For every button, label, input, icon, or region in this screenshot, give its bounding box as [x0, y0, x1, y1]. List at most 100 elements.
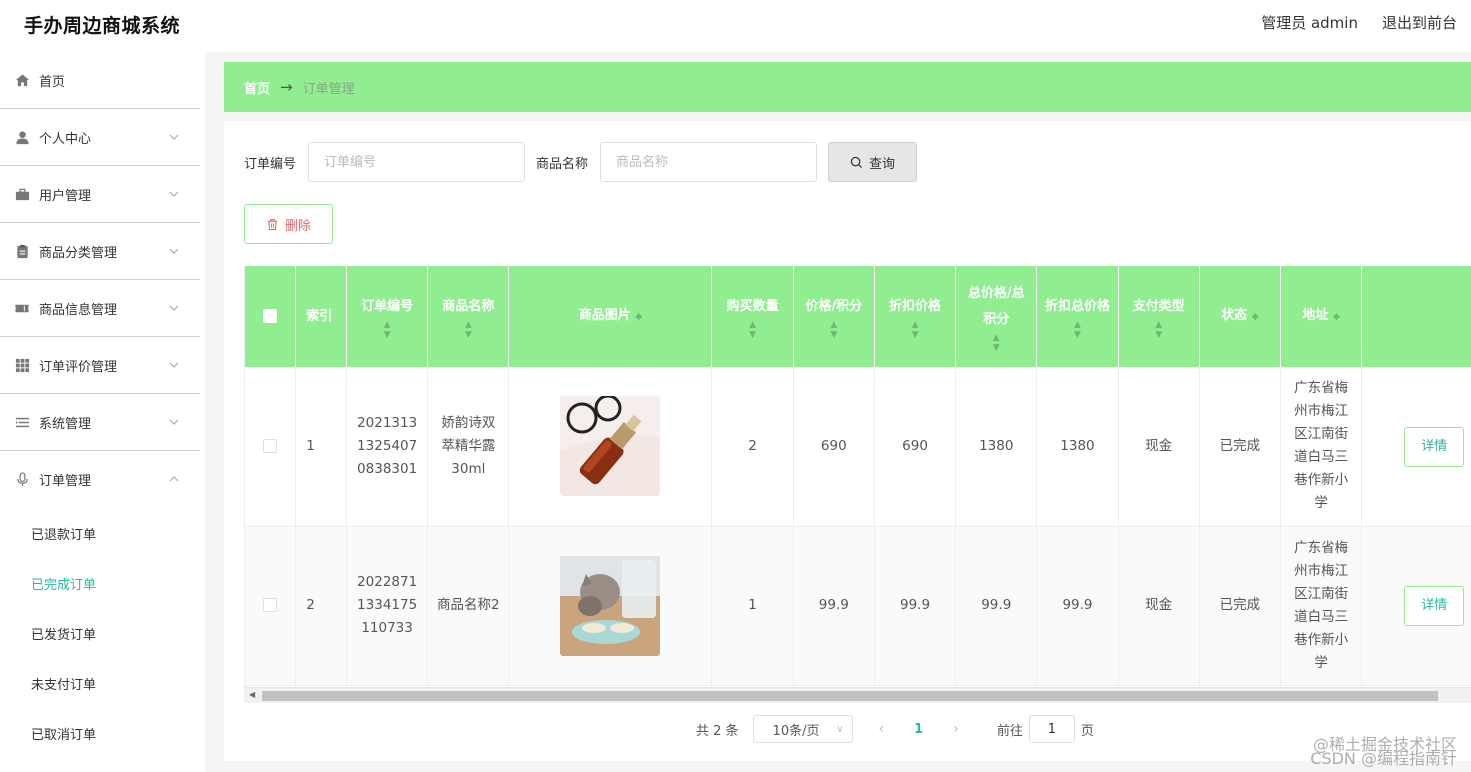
sidebar-subitem-completed-orders[interactable]: 已完成订单: [0, 558, 200, 608]
prev-page-icon[interactable]: ‹: [879, 721, 885, 737]
sidebar-subitem-refunded-orders[interactable]: 已退款订单: [0, 508, 200, 558]
order-no-input[interactable]: [308, 142, 526, 182]
query-button[interactable]: 查询: [828, 142, 918, 182]
th-actions: [1361, 266, 1471, 367]
sort-icon[interactable]: ▲ ▼: [962, 333, 1030, 353]
sidebar-item-order-management[interactable]: 订单管理: [0, 451, 200, 508]
page-size-select[interactable]: 10条/页 ∨: [752, 715, 853, 743]
cell-index: 2: [295, 526, 347, 686]
clipboard-icon: [14, 243, 30, 259]
scrollbar-thumb[interactable]: [262, 691, 1438, 701]
product-image-serum[interactable]: [560, 396, 661, 497]
th-price[interactable]: 价格/积分 ▲ ▼: [793, 266, 875, 367]
horizontal-scrollbar[interactable]: ◀: [244, 687, 1471, 703]
sidebar-item-label: 商品信息管理: [39, 302, 118, 318]
select-all-checkbox[interactable]: [263, 309, 278, 323]
sidebar-item-label: 系统管理: [39, 416, 92, 432]
cell-total: 99.9: [955, 526, 1038, 686]
search-icon: [850, 156, 863, 168]
th-address[interactable]: 地址 ◆: [1280, 266, 1363, 367]
admin-user-label[interactable]: 管理员 admin: [1261, 12, 1358, 33]
th-status[interactable]: 状态 ◆: [1199, 266, 1282, 367]
home-icon: [14, 72, 30, 88]
user-icon: [14, 129, 30, 145]
th-order-no[interactable]: 订单编号 ▲ ▼: [346, 266, 429, 367]
select-all-cell[interactable]: [245, 266, 297, 367]
th-pay-type[interactable]: 支付类型 ▲ ▼: [1118, 266, 1200, 367]
th-product-image[interactable]: 商品图片 ◆: [508, 266, 713, 367]
watermark-line-2: CSDN @编程指南针: [1310, 749, 1457, 768]
top-bar: 手办周边商城系统 管理员 admin 退出到前台: [0, 0, 1471, 46]
delete-button[interactable]: 删除: [244, 204, 333, 244]
breadcrumb: 首页 → 订单管理: [224, 62, 1471, 112]
table-row: 2 20228711334175 110733 商品名称2 1 99.9 99.…: [245, 526, 1471, 686]
th-discount-total[interactable]: 折扣总价格 ▲ ▼: [1036, 266, 1119, 367]
sort-icon[interactable]: ▲ ▼: [718, 320, 786, 340]
sidebar-item-personal-center[interactable]: 个人中心: [0, 109, 200, 166]
sidebar-item-label: 订单管理: [39, 474, 92, 489]
product-name-input[interactable]: [600, 142, 818, 182]
sidebar-subitem-cancelled-orders[interactable]: 已取消订单: [0, 708, 200, 758]
top-right-actions: 管理员 admin 退出到前台: [1261, 12, 1457, 33]
sidebar-subitem-shipped-orders[interactable]: 已发货订单: [0, 608, 200, 658]
page-size-value: 10条/页: [772, 723, 820, 739]
detail-button[interactable]: 详情: [1404, 586, 1465, 626]
page-number-current[interactable]: 1: [914, 722, 923, 737]
th-discount-price[interactable]: 折扣价格 ▲ ▼: [874, 266, 957, 367]
sidebar-item-order-review-management[interactable]: 订单评价管理: [0, 337, 200, 394]
row-select-cell[interactable]: [245, 367, 297, 527]
sort-icon[interactable]: ▲ ▼: [434, 320, 502, 340]
cell-product-name: 娇韵诗双萃精华露30ml: [427, 367, 510, 527]
sidebar-subitem-unpaid-orders[interactable]: 未支付订单: [0, 658, 200, 708]
cell-order-no: 20213131325407 0838301: [346, 367, 429, 527]
th-product-name[interactable]: 商品名称 ▲ ▼: [427, 266, 510, 367]
cell-product-image: [508, 367, 713, 527]
chevron-down-icon: [169, 419, 179, 425]
sort-icon[interactable]: ▲ ▼: [800, 320, 868, 340]
sidebar-item-label: 首页: [39, 74, 66, 90]
exit-to-frontend-link[interactable]: 退出到前台: [1382, 12, 1457, 33]
breadcrumb-current: 订单管理: [302, 81, 355, 97]
watermark: @稀土掘金技术社区 CSDN @编程指南针: [1310, 737, 1457, 768]
sort-icon[interactable]: ◆: [1333, 312, 1340, 322]
cell-address: 广东省梅州市梅江区江南街道白马三巷作新小学: [1280, 526, 1363, 686]
search-form: 订单编号 商品名称 查询: [244, 142, 918, 182]
cell-quantity: 1: [711, 526, 794, 686]
detail-button[interactable]: 详情: [1404, 426, 1465, 467]
cell-total: 1380: [955, 367, 1038, 527]
th-quantity[interactable]: 购买数量 ▲ ▼: [711, 266, 794, 367]
goto-page-input[interactable]: 1: [1028, 715, 1075, 743]
row-select-cell[interactable]: [245, 526, 297, 686]
sidebar-item-label: 商品分类管理: [39, 245, 118, 261]
sidebar-item-system-management[interactable]: 系统管理: [0, 394, 200, 451]
sort-icon[interactable]: ▲ ▼: [1125, 320, 1193, 340]
briefcase-icon: [14, 186, 30, 202]
microphone-icon: [14, 472, 30, 488]
row-checkbox[interactable]: [263, 438, 278, 453]
product-image-cat-feeder[interactable]: [560, 555, 661, 656]
chevron-down-icon: [169, 134, 179, 140]
sidebar-item-label: 个人中心: [39, 131, 92, 147]
scroll-left-arrow-icon[interactable]: ◀: [249, 690, 255, 699]
sort-icon[interactable]: ◆: [635, 312, 642, 322]
sort-icon[interactable]: ▲ ▼: [881, 320, 949, 340]
sidebar-item-product-info-management[interactable]: 商品信息管理: [0, 280, 200, 337]
sidebar-item-user-management[interactable]: 用户管理: [0, 166, 200, 223]
sidebar-item-home[interactable]: 首页: [0, 52, 200, 109]
cell-product-name: 商品名称2: [427, 526, 510, 686]
table-header-row: 索引 订单编号 ▲ ▼ 商品名称 ▲ ▼ 商品图片 ◆ 购买数量 ▲ ▼ 价格/积分 ▲ ▼ 折…: [245, 266, 1471, 367]
sort-icon[interactable]: ◆: [1252, 312, 1259, 322]
sort-icon[interactable]: ▲ ▼: [353, 320, 421, 340]
sidebar-item-category-management[interactable]: 商品分类管理: [0, 223, 200, 280]
sort-icon[interactable]: ▲ ▼: [1043, 320, 1111, 340]
cell-quantity: 2: [711, 367, 794, 527]
breadcrumb-home[interactable]: 首页: [244, 78, 270, 97]
delete-button-label: 删除: [284, 218, 311, 234]
cell-order-no: 20228711334175 110733: [346, 526, 429, 686]
breadcrumb-arrow-icon: →: [280, 78, 293, 96]
query-button-label: 查询: [869, 156, 896, 172]
next-page-icon[interactable]: ›: [953, 721, 959, 737]
row-checkbox[interactable]: [263, 598, 278, 612]
pagination: 共 2 条 10条/页 ∨ ‹ 1 › 前往 1 页: [696, 715, 1094, 743]
th-total[interactable]: 总价格/总积分 ▲ ▼: [955, 266, 1038, 367]
